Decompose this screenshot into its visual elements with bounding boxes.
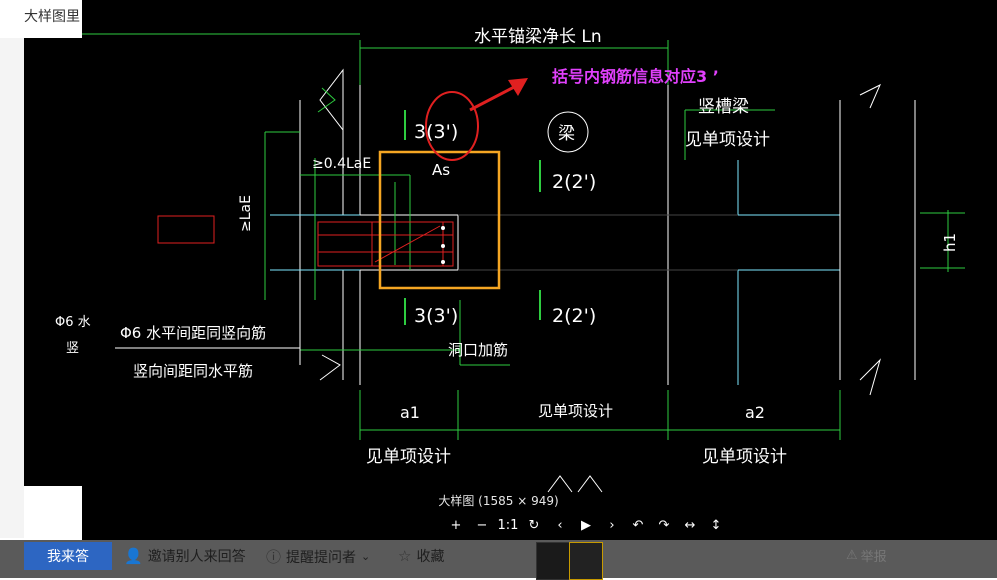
as-label: As bbox=[432, 161, 450, 179]
annotation-text: 括号内钢筋信息对应3 ’ bbox=[552, 67, 719, 86]
hole-rebar-label: 洞口加筋 bbox=[448, 341, 508, 359]
vertical-beam-label: 竖槽梁 bbox=[698, 97, 749, 117]
a2-label: a2 bbox=[745, 403, 765, 422]
vertical-spacing-note: 竖向间距同水平筋 bbox=[133, 362, 253, 380]
prev-button[interactable]: ‹ bbox=[549, 514, 571, 536]
a1-label: a1 bbox=[400, 403, 420, 422]
star-icon: ☆ bbox=[398, 547, 412, 565]
chevron-down-icon: ⌄ bbox=[361, 550, 371, 563]
warning-icon: ⚠ bbox=[846, 548, 858, 563]
report-label: 举报 bbox=[860, 550, 887, 565]
annotation-arrow bbox=[469, 82, 521, 112]
answer-button[interactable]: 我来答 bbox=[24, 542, 112, 570]
remind-action[interactable]: ⓘ 提醒提问者 ⌄ bbox=[266, 546, 370, 567]
next-button[interactable]: › bbox=[601, 514, 623, 536]
see-design-label: 见单项设计 bbox=[685, 130, 770, 150]
invite-label: 邀请别人来回答 bbox=[147, 549, 246, 565]
remind-label: 提醒提问者 bbox=[286, 549, 357, 566]
rotate-right-button[interactable]: ↷ bbox=[653, 514, 675, 536]
info-icon: ⓘ bbox=[266, 548, 282, 566]
see-design-bottom-right: 见单项设计 bbox=[702, 447, 787, 467]
person-icon: 👤 bbox=[124, 547, 143, 565]
anchor-lae-label: ≥LaE bbox=[238, 195, 254, 232]
top-label: 水平锚梁净长 Ln bbox=[474, 27, 602, 47]
viewer-toolbar: + −1:1 ↻ ‹ ▶ › ↶ ↷ ↔ ↕ bbox=[445, 514, 727, 536]
rebar-2-top: 2(2') bbox=[552, 171, 596, 193]
left-cut-text-1: Φ6 水 bbox=[55, 315, 91, 330]
collect-action[interactable]: ☆ 收藏 bbox=[398, 546, 444, 566]
rebar-2-bottom: 2(2') bbox=[552, 305, 596, 327]
collect-label: 收藏 bbox=[416, 549, 445, 565]
reset-button[interactable]: ↻ bbox=[523, 514, 545, 536]
actual-size-button[interactable]: 1:1 bbox=[497, 514, 519, 536]
red-detail-box bbox=[157, 215, 215, 244]
h1-label: h1 bbox=[941, 233, 959, 252]
anchor-04-label: ≥0.4LaE bbox=[312, 156, 371, 172]
thumbnail-2[interactable] bbox=[569, 542, 603, 580]
flip-vertical-button[interactable]: ↕ bbox=[705, 514, 727, 536]
zoom-out-button[interactable]: − bbox=[471, 514, 493, 536]
see-design-bottom-left: 见单项设计 bbox=[366, 447, 451, 467]
rebar-3-top: 3(3') bbox=[414, 121, 458, 143]
report-action[interactable]: ⚠ 举报 bbox=[846, 546, 887, 565]
zoom-in-button[interactable]: + bbox=[445, 514, 467, 536]
beam-label: 梁 bbox=[558, 124, 575, 144]
phi6-note: Φ6 水平间距同竖向筋 bbox=[120, 324, 266, 342]
rotate-left-button[interactable]: ↶ bbox=[627, 514, 649, 536]
left-cut-text-2: 竖 bbox=[66, 341, 79, 356]
see-design-mid: 见单项设计 bbox=[538, 402, 613, 420]
flip-horizontal-button[interactable]: ↔ bbox=[679, 514, 701, 536]
thumbnail-1[interactable] bbox=[536, 542, 570, 580]
invite-action[interactable]: 👤 邀请别人来回答 bbox=[124, 546, 246, 566]
rebar-3-bottom: 3(3') bbox=[414, 305, 458, 327]
cad-drawing: Φ6 水 竖 水平锚梁净长 Ln h1 括号内钢筋信息对应3 ’ 竖槽梁 见单项… bbox=[55, 27, 965, 493]
play-button[interactable]: ▶ bbox=[575, 514, 597, 536]
image-caption: 大样图 (1585 × 949) bbox=[438, 494, 559, 508]
